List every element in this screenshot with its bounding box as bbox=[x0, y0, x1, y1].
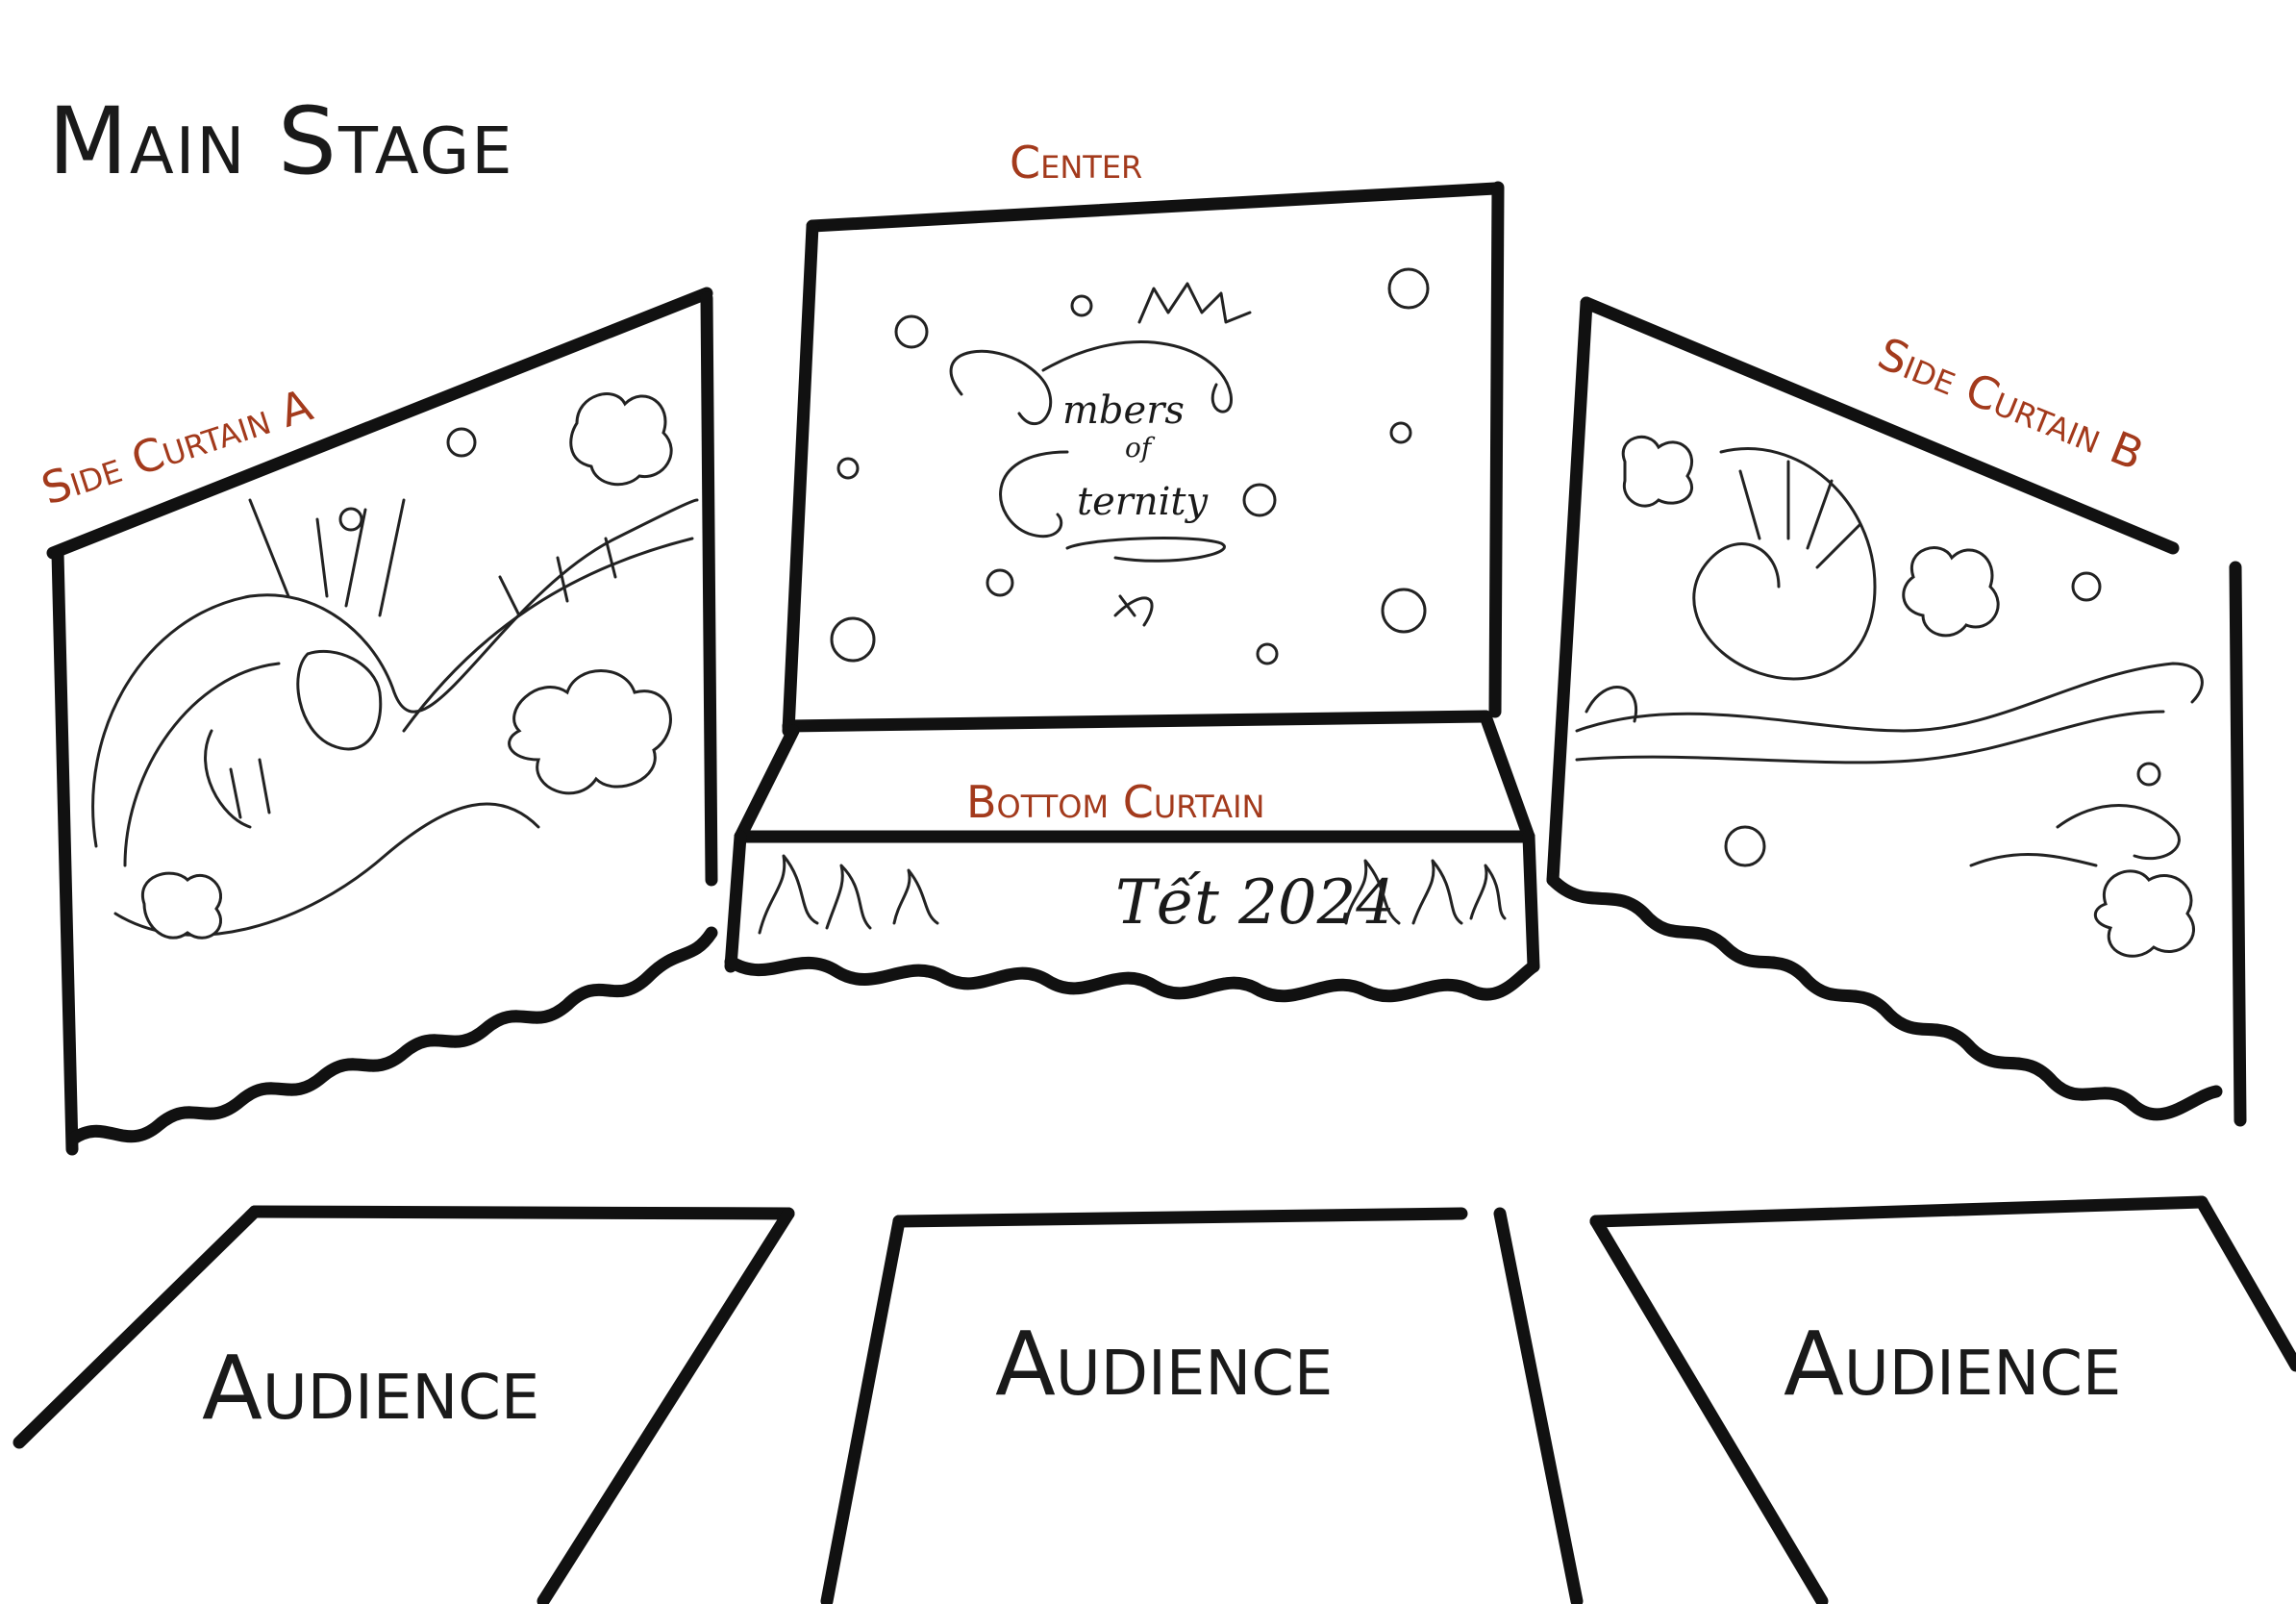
side-curtain-b: Side Curtain B bbox=[1546, 296, 2247, 1127]
banner-line2: of bbox=[1125, 432, 1156, 464]
bottom-curtain: Bottom Curtain Tết 2024 bbox=[724, 710, 1540, 1003]
audience-center: Audience bbox=[820, 1207, 1584, 1604]
flower-icon bbox=[2071, 571, 2102, 602]
flower-icon bbox=[1724, 825, 1766, 867]
flower-icon bbox=[446, 427, 477, 458]
label-side-a: Side Curtain A bbox=[36, 379, 319, 515]
cloud-icon bbox=[1902, 546, 2000, 638]
audience-label-center: Audience bbox=[995, 1313, 1333, 1416]
cloud-icon bbox=[569, 392, 673, 487]
audience-right: Audience bbox=[1589, 1195, 2296, 1604]
side-curtain-a: Side Curtain A bbox=[36, 287, 718, 1156]
flower-icon bbox=[1381, 588, 1427, 634]
cloud-icon bbox=[140, 871, 223, 940]
flower-icon bbox=[1242, 483, 1277, 517]
flower-icon bbox=[836, 457, 860, 480]
audience-label-left: Audience bbox=[202, 1337, 539, 1440]
flower-icon bbox=[894, 314, 929, 349]
label-side-b: Side Curtain B bbox=[1871, 327, 2151, 480]
cloud-icon bbox=[1621, 435, 1694, 508]
audience-label-right: Audience bbox=[1784, 1313, 2121, 1416]
label-bottom: Bottom Curtain bbox=[966, 776, 1264, 828]
audience-left: Audience bbox=[12, 1205, 795, 1604]
flower-icon bbox=[1387, 267, 1430, 310]
flower-icon bbox=[986, 568, 1014, 597]
page-title: Main Stage bbox=[48, 88, 514, 195]
banner-line3: ternity bbox=[1077, 480, 1209, 524]
label-center: Center bbox=[1010, 137, 1142, 188]
cloud-icon bbox=[2093, 869, 2195, 958]
flower-icon bbox=[830, 616, 876, 663]
flower-icon bbox=[338, 507, 363, 532]
flower-icon bbox=[1256, 642, 1279, 665]
dragon-b-illustration bbox=[1575, 447, 2204, 867]
flower-icon bbox=[1389, 421, 1412, 444]
flower-icon bbox=[1070, 294, 1093, 317]
flame-icon bbox=[758, 854, 939, 935]
cloud-icon bbox=[508, 669, 672, 795]
banner-line1: mbers bbox=[1062, 388, 1185, 433]
stage-diagram: Main Stage Center mbers of ternity Side … bbox=[12, 88, 2296, 1604]
flower-icon bbox=[2136, 762, 2161, 787]
